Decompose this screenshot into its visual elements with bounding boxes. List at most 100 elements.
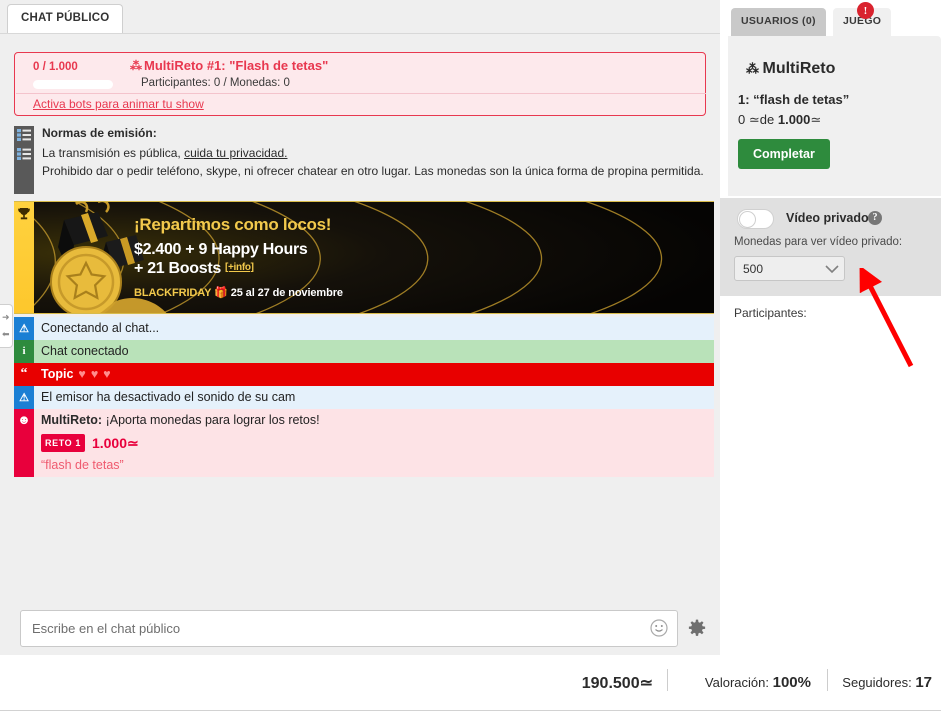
chat-input[interactable] [20,610,678,647]
participants-label: Participantes: [734,306,807,320]
private-video-label: Vídeo privado [786,211,869,225]
challenge-progress: 0 ≃de 1.000≃ [738,112,821,128]
tab-chat-publico[interactable]: CHAT PÚBLICO [7,4,124,34]
juego-notification-badge: ! [857,2,874,19]
banner-text: ¡Repartimos como locos! $2.400 + 9 Happy… [134,216,343,299]
chat-message: ⚠ Conectando al chat... [14,317,714,340]
banner-line-2: $2.400 + 9 Happy Hours [134,241,308,258]
message-icon-cell: ☻ [14,409,34,477]
private-video-section: Vídeo privado ? Monedas para ver vídeo p… [720,198,941,296]
message-text: ¡Aporta monedas para lograr los retos! [102,413,320,427]
app-root: CHAT PÚBLICO 0 / 1.000 ⁂ MultiReto #1: "F… [0,0,941,713]
smiley-icon: ☻ [16,412,32,428]
panel-collapse-handle[interactable]: ➜ ⬅ [0,304,13,348]
multireto-progress-text: 0 / 1.000 [33,61,78,73]
status-footer: 190.500≃ Valoración: 100% Seguidores: 17 [0,655,941,713]
warning-icon: ⚠ [16,389,32,405]
question-mark-icon[interactable]: ? [868,211,882,225]
banner-info-link[interactable]: [+info] [225,262,254,273]
gift-icon: 🎁 [214,286,228,299]
message-sender[interactable]: MultiReto: [41,413,102,427]
info-icon: i [16,343,32,359]
multireto-panel-title: ⁂ MultiReto [746,60,835,78]
chat-tabbar: CHAT PÚBLICO [0,0,720,34]
private-video-price-label: Monedas para ver vídeo privado: [734,236,903,248]
coin-icon: ≃ [639,675,653,692]
arrow-left-icon[interactable]: ⬅ [2,330,10,339]
banner-dates: 25 al 27 de noviembre [230,286,343,299]
topic-label: Topic [41,367,74,381]
completar-button[interactable]: Completar [738,139,830,169]
banner-headline: ¡Repartimos como locos! [134,215,332,234]
promo-banner[interactable]: ¡Repartimos como locos! $2.400 + 9 Happy… [14,201,714,314]
chat-message-list: ⚠ Conectando al chat... i Chat conectado… [14,317,714,477]
arrow-right-icon[interactable]: ➜ [2,313,10,322]
reto-amount-row: RETO 1 1.000≃ [41,434,710,452]
multireto-progress-bar [33,80,113,89]
tab-usuarios[interactable]: USUARIOS (0) [731,8,826,36]
chat-input-row [0,603,720,655]
emoji-picker-icon[interactable] [650,619,668,637]
message-text: Chat conectado [41,344,129,358]
list-icon [17,129,31,141]
message-text: Conectando al chat... [41,321,160,335]
reto-quote: “flash de tetas” [41,458,124,472]
multireto-title-text: MultiReto #1: "Flash de tetas" [144,58,329,73]
coin-icon: ≃ [127,435,139,451]
message-text: Topic ♥ ♥ ♥ [34,363,714,386]
message-icon-cell: “ [14,363,34,386]
rules-heading: Normas de emisión: [42,126,157,140]
warning-icon: ⚠ [16,320,32,336]
rules-line-2: Prohibido dar o pedir teléfono, skype, n… [42,164,704,178]
coin-icon: ≃ [810,112,822,127]
tabbar-divider [0,33,720,34]
multireto-progress-box: 0 / 1.000 ⁂ MultiReto #1: "Flash de tetas… [14,52,706,116]
private-video-price-select[interactable]: 500 [734,256,845,281]
quote-icon: “ [16,366,32,382]
message-text: El emisor ha desactivado el sonido de su… [41,390,296,404]
coin-balance-value: 190.500 [581,675,640,692]
progress-current: 0 [738,112,746,127]
activate-bots-link[interactable]: Activa bots para animar tu show [33,97,204,111]
broadcast-rules: Normas de emisión: La transmisión es púb… [14,126,714,194]
private-video-toggle[interactable] [737,209,774,229]
followers-value: 17 [915,674,932,691]
rules-line-1-text: La transmisión es pública, [42,146,185,160]
footer-top-divider [0,710,941,711]
message-icon-cell: ⚠ [14,386,34,409]
chat-message-topic: “ Topic ♥ ♥ ♥ [14,363,714,386]
chat-message: ⚠ El emisor ha desactivado el sonido de … [14,386,714,409]
privacy-link[interactable]: cuida tu privacidad. [184,146,287,160]
coin-balance: 190.500≃ [582,673,653,693]
multireto-stats: Participantes: 0 / Monedas: 0 [141,77,290,89]
rules-line-1: La transmisión es pública, cuida tu priv… [42,146,287,160]
progress-goal: 1.000 [777,112,811,127]
multireto-panel-title-text: MultiReto [762,60,836,77]
trio-stars-icon: ⁂ [746,61,759,76]
reto-amount: 1.000≃ [92,435,139,451]
rules-gutter [14,126,34,194]
chat-message-reto: ☻ MultiReto: ¡Aporta monedas para lograr… [14,409,714,477]
message-body: MultiReto: ¡Aporta monedas para lograr l… [34,409,714,477]
trophy-icon [18,208,30,220]
gear-icon[interactable] [688,619,706,637]
banner-tag: BLACKFRIDAY [134,286,212,299]
current-challenge: 1: “flash de tetas” [738,92,850,107]
followers-stat: Seguidores: 17 [842,674,932,691]
message-icon-cell: i [14,340,34,363]
multireto-divider [16,93,706,94]
heart-icon: ♥ [90,367,99,381]
coin-icon: ≃ [748,112,760,127]
progress-mid: de [759,112,775,127]
followers-label: Seguidores: [842,675,912,690]
banner-footer: BLACKFRIDAY 🎁 25 al 27 de noviembre [134,286,343,299]
multireto-title: ⁂ MultiReto #1: "Flash de tetas" [130,58,328,73]
reto-badge: RETO 1 [41,434,85,452]
footer-divider [667,669,668,691]
chat-message: i Chat conectado [14,340,714,363]
heart-icon: ♥ [78,367,86,381]
right-panel: USUARIOS (0) JUEGO ! ⁂ MultiReto 1: “flas… [720,0,941,655]
message-icon-cell: ⚠ [14,317,34,340]
heart-icon: ♥ [103,367,111,381]
footer-divider [827,669,828,691]
